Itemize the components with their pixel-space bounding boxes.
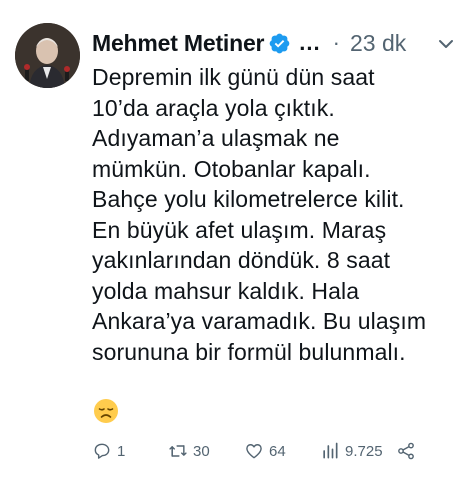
like-count: 64 xyxy=(269,442,286,460)
retweet-icon xyxy=(169,445,187,457)
tweet-text-line: Ankara’ya varamadık. Bu ulaşım xyxy=(92,308,427,334)
separator-dot: · xyxy=(332,30,340,55)
tweet-header: Mehmet Metiner ... · 23 dk xyxy=(92,27,462,59)
share-button[interactable] xyxy=(396,438,416,464)
timestamp[interactable]: 23 dk xyxy=(350,30,406,57)
reply-count: 1 xyxy=(117,442,126,460)
views-count: 9.725 xyxy=(345,442,383,460)
tweet-text-line: yolda mahsur kaldık. Hala xyxy=(92,277,360,304)
avatar-image xyxy=(15,23,80,88)
tweet-text-line: 10’da araçla yola çıktık. xyxy=(92,94,335,121)
tweet-text-line: yakınlarından döndük. 8 saat xyxy=(92,247,391,273)
verified-badge-icon xyxy=(269,33,290,53)
tweet-text-line: mümkün. Otobanlar kapalı. xyxy=(92,155,371,182)
like-button[interactable]: 64 xyxy=(244,438,286,464)
more-icon[interactable] xyxy=(436,34,456,54)
truncation-ellipsis: ... xyxy=(299,30,321,55)
avatar[interactable] xyxy=(15,23,80,88)
views-button[interactable]: 9.725 xyxy=(320,438,383,464)
tweet-text-line: sorununa bir formül bulunmalı. xyxy=(92,338,406,365)
reply-icon xyxy=(94,443,110,459)
tweet-text-line: Bahçe yolu kilometrelerce kilit. xyxy=(92,186,405,212)
tweet-text-line: Depremin ilk günü dün saat xyxy=(92,64,375,90)
tweet-text: Depremin ilk günü dün saat 10’da araçla … xyxy=(92,62,462,367)
tweet-text-line: En büyük afet ulaşım. Maraş xyxy=(92,216,387,243)
tweet-actions: 1 30 64 9.725 xyxy=(92,438,450,464)
reply-button[interactable]: 1 xyxy=(92,438,125,464)
views-icon xyxy=(323,442,338,459)
retweet-button[interactable]: 30 xyxy=(168,438,210,464)
disappointed-face-emoji xyxy=(94,399,118,423)
author-name[interactable]: Mehmet Metiner xyxy=(92,30,264,57)
share-icon xyxy=(398,442,414,460)
like-icon xyxy=(246,444,262,459)
retweet-count: 30 xyxy=(193,442,210,460)
tweet-text-line: Adıyaman’a ulaşmak ne xyxy=(92,125,340,151)
